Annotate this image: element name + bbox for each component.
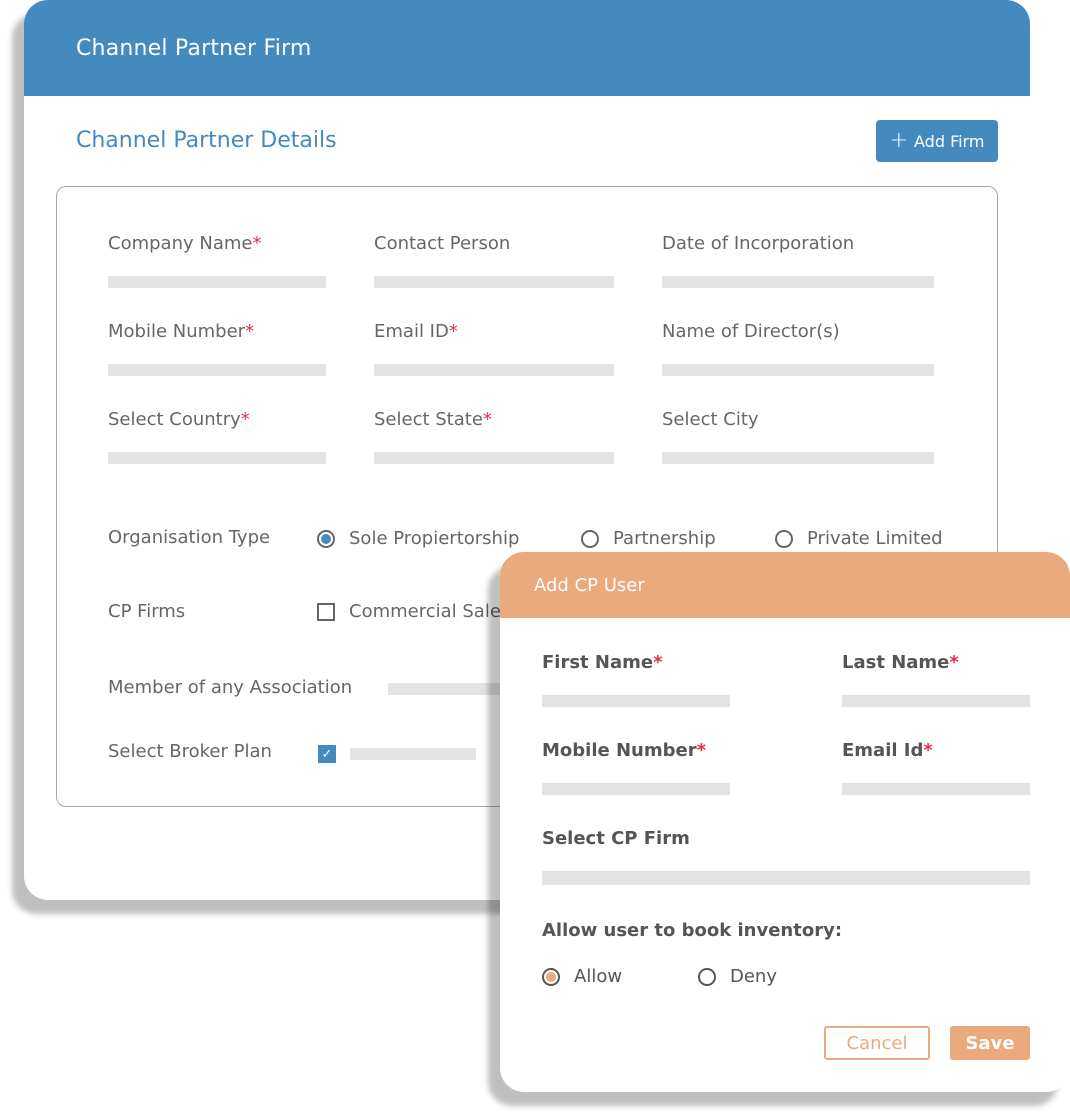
directors-field: Name of Director(s) xyxy=(662,321,934,376)
plus-icon: + xyxy=(889,128,908,153)
select-city-field: Select City xyxy=(662,409,934,464)
option-label: Partnership xyxy=(613,528,716,549)
field-label: Name of Director(s) xyxy=(662,321,840,342)
mobile-number-field: Mobile Number* xyxy=(108,321,326,376)
first-name-field: First Name* xyxy=(542,652,730,707)
popup-email-id-field: Email Id* xyxy=(842,740,1030,795)
contact-person-input[interactable] xyxy=(374,276,614,288)
field-label: Contact Person xyxy=(374,233,511,254)
add-cp-user-dialog: Add CP User First Name* Last Name* Mobil… xyxy=(500,552,1070,1092)
field-label: Email ID* xyxy=(374,321,458,342)
member-association-label: Member of any Association xyxy=(108,677,353,698)
cp-firms-label: CP Firms xyxy=(108,601,186,622)
last-name-field: Last Name* xyxy=(842,652,1030,707)
field-label: Date of Incorporation xyxy=(662,233,855,254)
radio-partnership[interactable]: Partnership xyxy=(581,528,716,549)
check-icon: ✓ xyxy=(321,746,333,762)
field-label: Email Id* xyxy=(842,740,933,761)
email-id-input[interactable] xyxy=(374,364,614,376)
field-label: Select CP Firm xyxy=(542,828,690,849)
option-label: Private Limited xyxy=(807,528,943,549)
option-label: Deny xyxy=(730,966,777,987)
company-name-input[interactable] xyxy=(108,276,326,288)
option-label: Allow xyxy=(574,966,623,987)
first-name-input[interactable] xyxy=(542,695,730,707)
checkbox-unchecked-icon xyxy=(317,602,335,621)
broker-plan-checkbox[interactable]: ✓ xyxy=(318,745,336,763)
inventory-label: Allow user to book inventory: xyxy=(542,920,843,941)
field-label: Mobile Number* xyxy=(542,740,707,761)
card-header: Channel Partner Firm xyxy=(24,0,1030,96)
select-cp-firm-input[interactable] xyxy=(542,871,1030,885)
mobile-number-input[interactable] xyxy=(108,364,326,376)
option-label: Sole Propiertorship xyxy=(349,528,520,549)
select-country-field: Select Country* xyxy=(108,409,326,464)
contact-person-field: Contact Person xyxy=(374,233,614,288)
broker-plan-label: Select Broker Plan xyxy=(108,741,272,762)
radio-deny[interactable]: Deny xyxy=(698,966,777,987)
select-country-input[interactable] xyxy=(108,452,326,464)
field-label: First Name* xyxy=(542,652,663,673)
field-label: Company Name* xyxy=(108,233,262,254)
radio-private-limited[interactable]: Private Limited xyxy=(775,528,943,549)
field-label: Select City xyxy=(662,409,759,430)
popup-mobile-number-input[interactable] xyxy=(542,783,730,795)
dialog-title: Add CP User xyxy=(534,574,645,596)
section-title: Channel Partner Details xyxy=(76,128,337,153)
cancel-button[interactable]: Cancel xyxy=(824,1026,930,1060)
email-id-field: Email ID* xyxy=(374,321,614,376)
date-of-incorporation-field: Date of Incorporation xyxy=(662,233,934,288)
field-label: Select Country* xyxy=(108,409,250,430)
field-label: Select State* xyxy=(374,409,492,430)
checkbox-commercial-sale[interactable]: Commercial Sale xyxy=(317,601,501,622)
add-firm-button[interactable]: + Add Firm xyxy=(876,120,998,162)
radio-unselected-icon xyxy=(581,529,599,548)
broker-plan-input[interactable] xyxy=(350,748,476,760)
add-firm-label: Add Firm xyxy=(914,131,985,151)
select-state-field: Select State* xyxy=(374,409,614,464)
option-label: Commercial Sale xyxy=(349,601,501,622)
popup-mobile-number-field: Mobile Number* xyxy=(542,740,730,795)
dialog-header: Add CP User xyxy=(500,552,1070,618)
select-state-input[interactable] xyxy=(374,452,614,464)
radio-unselected-icon xyxy=(775,529,793,548)
date-of-incorporation-input[interactable] xyxy=(662,276,934,288)
directors-input[interactable] xyxy=(662,364,934,376)
radio-unselected-icon xyxy=(698,967,716,986)
organisation-type-label: Organisation Type xyxy=(108,527,271,548)
popup-email-id-input[interactable] xyxy=(842,783,1030,795)
radio-sole-propiertorship[interactable]: Sole Propiertorship xyxy=(317,528,519,549)
field-label: Mobile Number* xyxy=(108,321,255,342)
card-title: Channel Partner Firm xyxy=(76,35,312,61)
radio-allow[interactable]: Allow xyxy=(542,966,622,987)
select-cp-firm-field: Select CP Firm xyxy=(542,828,1030,885)
last-name-input[interactable] xyxy=(842,695,1030,707)
select-city-input[interactable] xyxy=(662,452,934,464)
save-button[interactable]: Save xyxy=(950,1026,1030,1060)
radio-selected-icon xyxy=(542,967,560,986)
radio-selected-icon xyxy=(317,529,335,548)
field-label: Last Name* xyxy=(842,652,959,673)
company-name-field: Company Name* xyxy=(108,233,326,288)
